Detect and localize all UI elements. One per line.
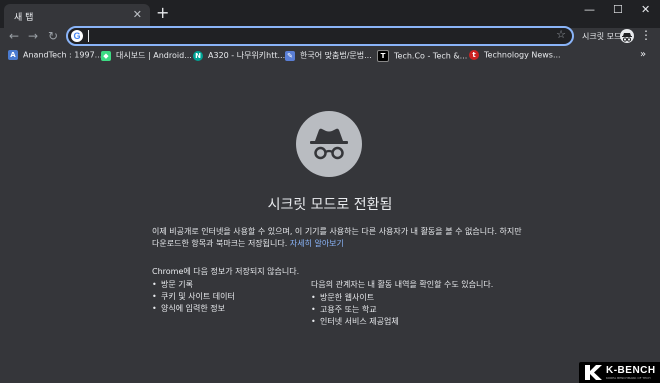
menu-icon[interactable]: ⋮: [640, 28, 652, 42]
anandtech-icon: A: [8, 50, 18, 60]
list-item: • 고용주 또는 학교: [311, 305, 377, 314]
forward-icon[interactable]: →: [28, 29, 38, 43]
minimize-icon[interactable]: —: [584, 3, 595, 16]
google-icon: G: [71, 30, 83, 42]
bookmarks-overflow-icon[interactable]: »: [640, 49, 646, 60]
toolbar: ← → ↻ G ☆ 시크릿 모드 ⋮: [0, 26, 660, 46]
tab-strip: 새 탭 ✕ + — ☐ ✕: [0, 0, 660, 28]
reload-icon[interactable]: ↻: [48, 29, 58, 43]
list-item: • 양식에 입력한 정보: [152, 304, 225, 313]
kbench-text: K-BENCH: [606, 365, 656, 376]
tab-title: 새 탭: [14, 13, 34, 23]
learn-more-link[interactable]: 자세히 알아보기: [290, 239, 344, 248]
incognito-label[interactable]: 시크릿 모드: [582, 31, 621, 42]
tab-new-tab[interactable]: 새 탭 ✕: [4, 4, 150, 28]
bookmark-item[interactable]: t Technology News...: [469, 50, 561, 60]
kbench-watermark: K-BENCH KOREA BENCHMARK OF TECH: [579, 362, 660, 383]
text-caret: [88, 30, 89, 42]
not-saved-heading: Chrome에 다음 정보가 저장되지 않습니다.: [152, 267, 300, 276]
techco-icon: T: [377, 50, 389, 62]
list-item: • 쿠키 및 사이트 데이터: [152, 292, 235, 301]
bookmark-item[interactable]: ✎ 한국어 맞춤법/문법...: [285, 50, 372, 61]
incognito-page: 시크릿 모드로 전환됨 이제 비공개로 인터넷을 사용할 수 있으며, 이 기기…: [0, 66, 660, 383]
incognito-avatar-icon[interactable]: [620, 29, 634, 43]
list-item: • 방문 기록: [152, 280, 193, 289]
kbench-logo-icon: [585, 365, 602, 380]
technews-icon: t: [469, 50, 479, 60]
list-item: • 인터넷 서비스 제공업체: [311, 317, 399, 326]
list-item: • 방문한 웹사이트: [311, 293, 375, 302]
not-saved-list: • 방문 기록 • 쿠키 및 사이트 데이터 • 양식에 입력한 정보: [152, 279, 235, 315]
window-close-icon[interactable]: ✕: [641, 3, 650, 16]
back-icon[interactable]: ←: [9, 29, 19, 43]
bookmark-item[interactable]: N A320 - 나무위키htt...: [193, 50, 285, 61]
bookmark-item[interactable]: T Tech.Co - Tech &...: [377, 50, 467, 62]
visible-to-list: • 방문한 웹사이트 • 고용주 또는 학교 • 인터넷 서비스 제공업체: [311, 292, 399, 328]
bookmark-star-icon[interactable]: ☆: [556, 28, 566, 41]
new-tab-button[interactable]: +: [156, 5, 169, 21]
pencil-icon: ✎: [285, 50, 295, 61]
android-icon: ◆: [101, 50, 111, 61]
kbench-subtext: KOREA BENCHMARK OF TECH: [606, 376, 651, 380]
incognito-icon: [296, 111, 362, 177]
maximize-icon[interactable]: ☐: [613, 3, 623, 16]
bookmark-item[interactable]: A AnandTech : 1997...: [8, 50, 102, 60]
bookmark-item[interactable]: ◆ 대시보드 | Android...: [101, 50, 192, 61]
tab-close-icon[interactable]: ✕: [133, 8, 142, 21]
visible-to-heading: 다음의 관계자는 내 활동 내역을 확인할 수도 있습니다.: [311, 280, 494, 289]
omnibox-input[interactable]: G ☆: [66, 26, 574, 46]
intro-paragraph: 이제 비공개로 인터넷을 사용할 수 있으며, 이 기기를 사용하는 다른 사용…: [152, 226, 522, 250]
namuwiki-icon: N: [193, 50, 203, 61]
bookmarks-bar: A AnandTech : 1997... ◆ 대시보드 | Android... …: [0, 46, 660, 66]
page-title: 시크릿 모드로 전환됨: [267, 197, 393, 213]
